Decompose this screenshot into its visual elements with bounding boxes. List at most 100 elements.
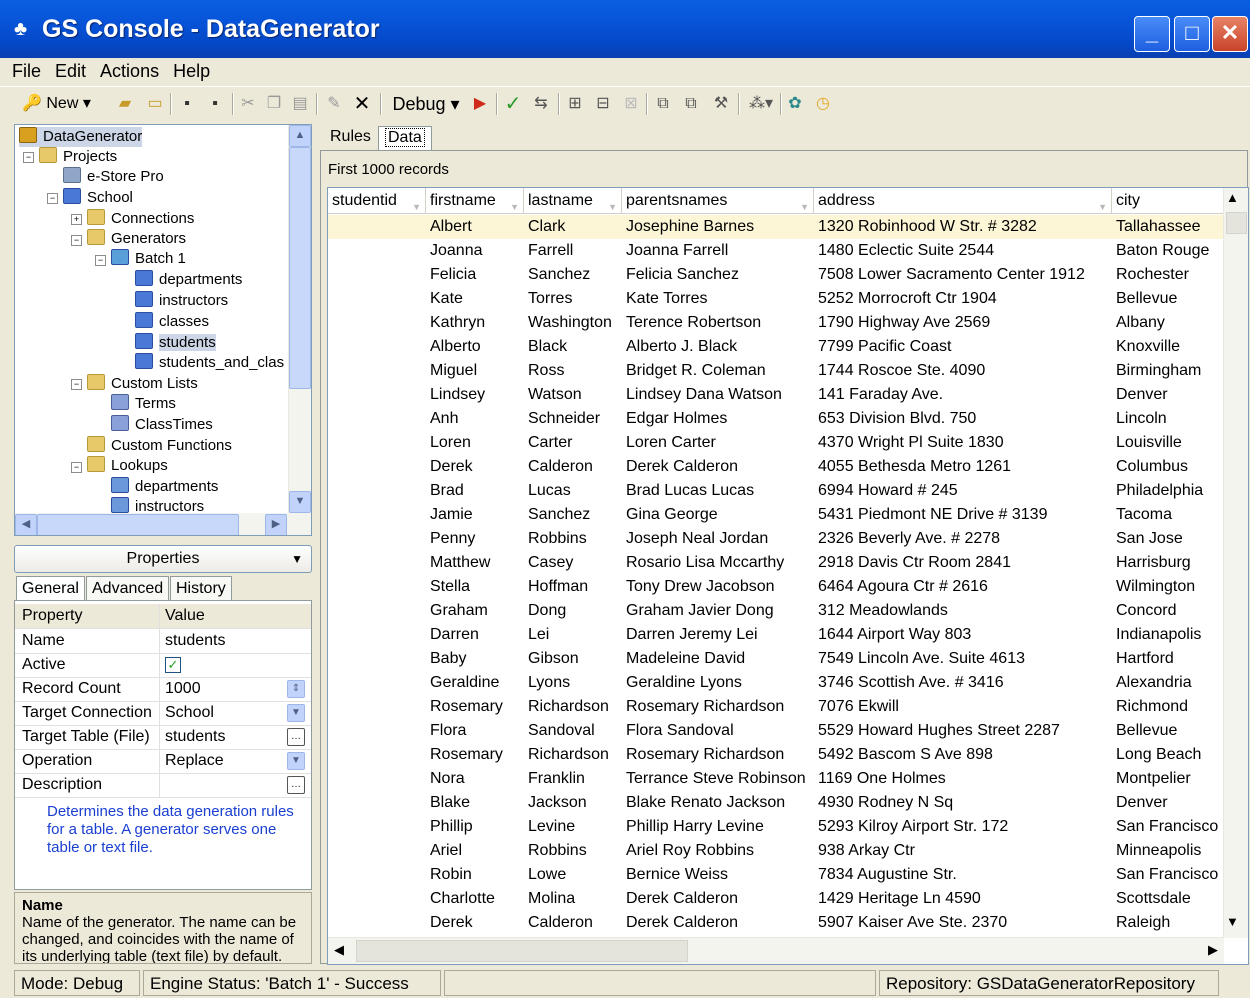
- table-row[interactable]: Nora Franklin Terrance Steve Robinson 1169 …: [328, 767, 1224, 791]
- cell-parentsnames[interactable]: Terrance Steve Robinson: [626, 767, 814, 791]
- cell-address[interactable]: 1480 Eclectic Suite 2544: [818, 239, 1110, 263]
- collapse-icon[interactable]: −: [23, 152, 34, 163]
- cell-lastname[interactable]: Robbins: [528, 839, 620, 863]
- cell-city[interactable]: Louisville: [1116, 431, 1222, 455]
- tab-advanced[interactable]: Advanced: [86, 576, 170, 603]
- collapse-icon[interactable]: −: [71, 235, 82, 246]
- cell-firstname[interactable]: Rosemary: [430, 743, 522, 767]
- cell-address[interactable]: 1169 One Holmes: [818, 767, 1110, 791]
- cell-lastname[interactable]: Robbins: [528, 527, 620, 551]
- cell-firstname[interactable]: Derek: [430, 455, 522, 479]
- cell-address[interactable]: 7508 Lower Sacramento Center 1912: [818, 263, 1110, 287]
- cell-parentsnames[interactable]: Rosemary Richardson: [626, 695, 814, 719]
- collapse-icon[interactable]: −: [47, 193, 58, 204]
- cell-parentsnames[interactable]: Derek Calderon: [626, 455, 814, 479]
- cell-parentsnames[interactable]: Tony Drew Jacobson: [626, 575, 814, 599]
- tree-node-lookup-departments[interactable]: departments: [111, 477, 218, 497]
- cell-city[interactable]: Columbus: [1116, 455, 1222, 479]
- cell-address[interactable]: 5529 Howard Hughes Street 2287: [818, 719, 1110, 743]
- cell-address[interactable]: 1790 Highway Ave 2569: [818, 311, 1110, 335]
- cell-parentsnames[interactable]: Bridget R. Coleman: [626, 359, 814, 383]
- table-row[interactable]: Albert Clark Josephine Barnes 1320 Robinhoo…: [328, 215, 1224, 239]
- table-row[interactable]: Stella Hoffman Tony Drew Jacobson 6464 Agou…: [328, 575, 1224, 599]
- cell-address[interactable]: 1744 Roscoe Ste. 4090: [818, 359, 1110, 383]
- cell-parentsnames[interactable]: Derek Calderon: [626, 887, 814, 911]
- cell-parentsnames[interactable]: Kate Torres: [626, 287, 814, 311]
- table-row[interactable]: Joanna Farrell Joanna Farrell 1480 Eclectic…: [328, 239, 1224, 263]
- cell-firstname[interactable]: Matthew: [430, 551, 522, 575]
- disabled-icon[interactable]: ⊠: [620, 91, 642, 117]
- tree-node-datagenerator[interactable]: DataGenerator: [19, 127, 143, 147]
- cell-lastname[interactable]: Watson: [528, 383, 620, 407]
- cell-firstname[interactable]: Blake: [430, 791, 522, 815]
- scroll-down-icon[interactable]: ▼: [1226, 914, 1239, 929]
- tree-node-custom-functions[interactable]: Custom Functions: [87, 436, 232, 456]
- cell-lastname[interactable]: Lei: [528, 623, 620, 647]
- grid-horizontal-scrollbar[interactable]: ◀ ▶: [328, 937, 1224, 964]
- delete-icon[interactable]: ✕: [352, 91, 372, 117]
- minimize-button[interactable]: _: [1134, 16, 1170, 52]
- copy-icon[interactable]: ❐: [264, 91, 284, 117]
- cell-address[interactable]: 5293 Kilroy Airport Str. 172: [818, 815, 1110, 839]
- table-row[interactable]: Charlotte Molina Derek Calderon 1429 Herita…: [328, 887, 1224, 911]
- cell-parentsnames[interactable]: Phillip Harry Levine: [626, 815, 814, 839]
- debug-dropdown[interactable]: Debug ▾: [388, 91, 464, 117]
- cell-firstname[interactable]: Rosemary: [430, 695, 522, 719]
- open-folder-icon[interactable]: ▭: [144, 91, 166, 117]
- column-header-parentsnames[interactable]: parentsnames ▼: [622, 188, 814, 214]
- scroll-thumb[interactable]: [289, 147, 311, 389]
- tree-node-classtimes[interactable]: ClassTimes: [111, 415, 213, 435]
- property-row-description[interactable]: Description …: [15, 773, 311, 798]
- cell-city[interactable]: Long Beach: [1116, 743, 1222, 767]
- cell-lastname[interactable]: Levine: [528, 815, 620, 839]
- tree-node-students[interactable]: students: [135, 333, 216, 353]
- cell-firstname[interactable]: Geraldine: [430, 671, 522, 695]
- table-row[interactable]: Kate Torres Kate Torres 5252 Morrocroft Ctr…: [328, 287, 1224, 311]
- cell-address[interactable]: 5907 Kaiser Ave Ste. 2370: [818, 911, 1110, 935]
- cell-city[interactable]: Birmingham: [1116, 359, 1222, 383]
- cell-address[interactable]: 7799 Pacific Coast: [818, 335, 1110, 359]
- property-row-name[interactable]: Name students: [15, 629, 311, 654]
- cell-address[interactable]: 3746 Scottish Ave. # 3416: [818, 671, 1110, 695]
- cell-parentsnames[interactable]: Blake Renato Jackson: [626, 791, 814, 815]
- scroll-down-icon[interactable]: ▼: [289, 491, 311, 513]
- table-row[interactable]: Rosemary Richardson Rosemary Richardson 549…: [328, 743, 1224, 767]
- scroll-thumb[interactable]: [356, 940, 688, 962]
- spinner-icon[interactable]: ⇕: [287, 680, 305, 698]
- wizard-icon[interactable]: ⁂▾: [746, 91, 776, 117]
- cell-firstname[interactable]: Albert: [430, 215, 522, 239]
- column-header-firstname[interactable]: firstname ▼: [426, 188, 524, 214]
- table-row[interactable]: Loren Carter Loren Carter 4370 Wright Pl Su…: [328, 431, 1224, 455]
- cell-city[interactable]: Hartford: [1116, 647, 1222, 671]
- table-row[interactable]: Miguel Ross Bridget R. Coleman 1744 Roscoe …: [328, 359, 1224, 383]
- cell-firstname[interactable]: Anh: [430, 407, 522, 431]
- cell-city[interactable]: Montpelier: [1116, 767, 1222, 791]
- expand-icon[interactable]: +: [71, 214, 82, 225]
- tree-vertical-scrollbar[interactable]: ▲ ▼: [288, 125, 311, 515]
- run-icon[interactable]: ▶: [470, 91, 490, 117]
- cell-parentsnames[interactable]: Gina George: [626, 503, 814, 527]
- tree-node-school[interactable]: School: [63, 188, 133, 208]
- scroll-up-icon[interactable]: ▲: [289, 125, 311, 147]
- cell-city[interactable]: Tacoma: [1116, 503, 1222, 527]
- cell-address[interactable]: 5252 Morrocroft Ctr 1904: [818, 287, 1110, 311]
- tree-node-instructors[interactable]: instructors: [135, 291, 228, 311]
- column-header-city[interactable]: city: [1112, 188, 1224, 214]
- cell-city[interactable]: Denver: [1116, 791, 1222, 815]
- table-row[interactable]: Darren Lei Darren Jeremy Lei 1644 Airport W…: [328, 623, 1224, 647]
- scroll-thumb[interactable]: [1226, 212, 1247, 234]
- cell-parentsnames[interactable]: Joanna Farrell: [626, 239, 814, 263]
- table-row[interactable]: Lindsey Watson Lindsey Dana Watson 141 Fara…: [328, 383, 1224, 407]
- table-row[interactable]: Graham Dong Graham Javier Dong 312 Meadowla…: [328, 599, 1224, 623]
- tree-node-lookups[interactable]: Lookups: [87, 456, 168, 476]
- cell-parentsnames[interactable]: Brad Lucas Lucas: [626, 479, 814, 503]
- property-value[interactable]: students: [165, 629, 225, 652]
- clock-icon[interactable]: ◷: [812, 91, 834, 117]
- cell-city[interactable]: Alexandria: [1116, 671, 1222, 695]
- edit-icon[interactable]: ✎: [324, 91, 344, 117]
- cell-parentsnames[interactable]: Joseph Neal Jordan: [626, 527, 814, 551]
- cell-parentsnames[interactable]: Derek Calderon: [626, 911, 814, 935]
- cell-city[interactable]: Wilmington: [1116, 575, 1222, 599]
- tree-node-projects[interactable]: Projects: [39, 147, 117, 167]
- ellipsis-icon[interactable]: …: [287, 728, 305, 746]
